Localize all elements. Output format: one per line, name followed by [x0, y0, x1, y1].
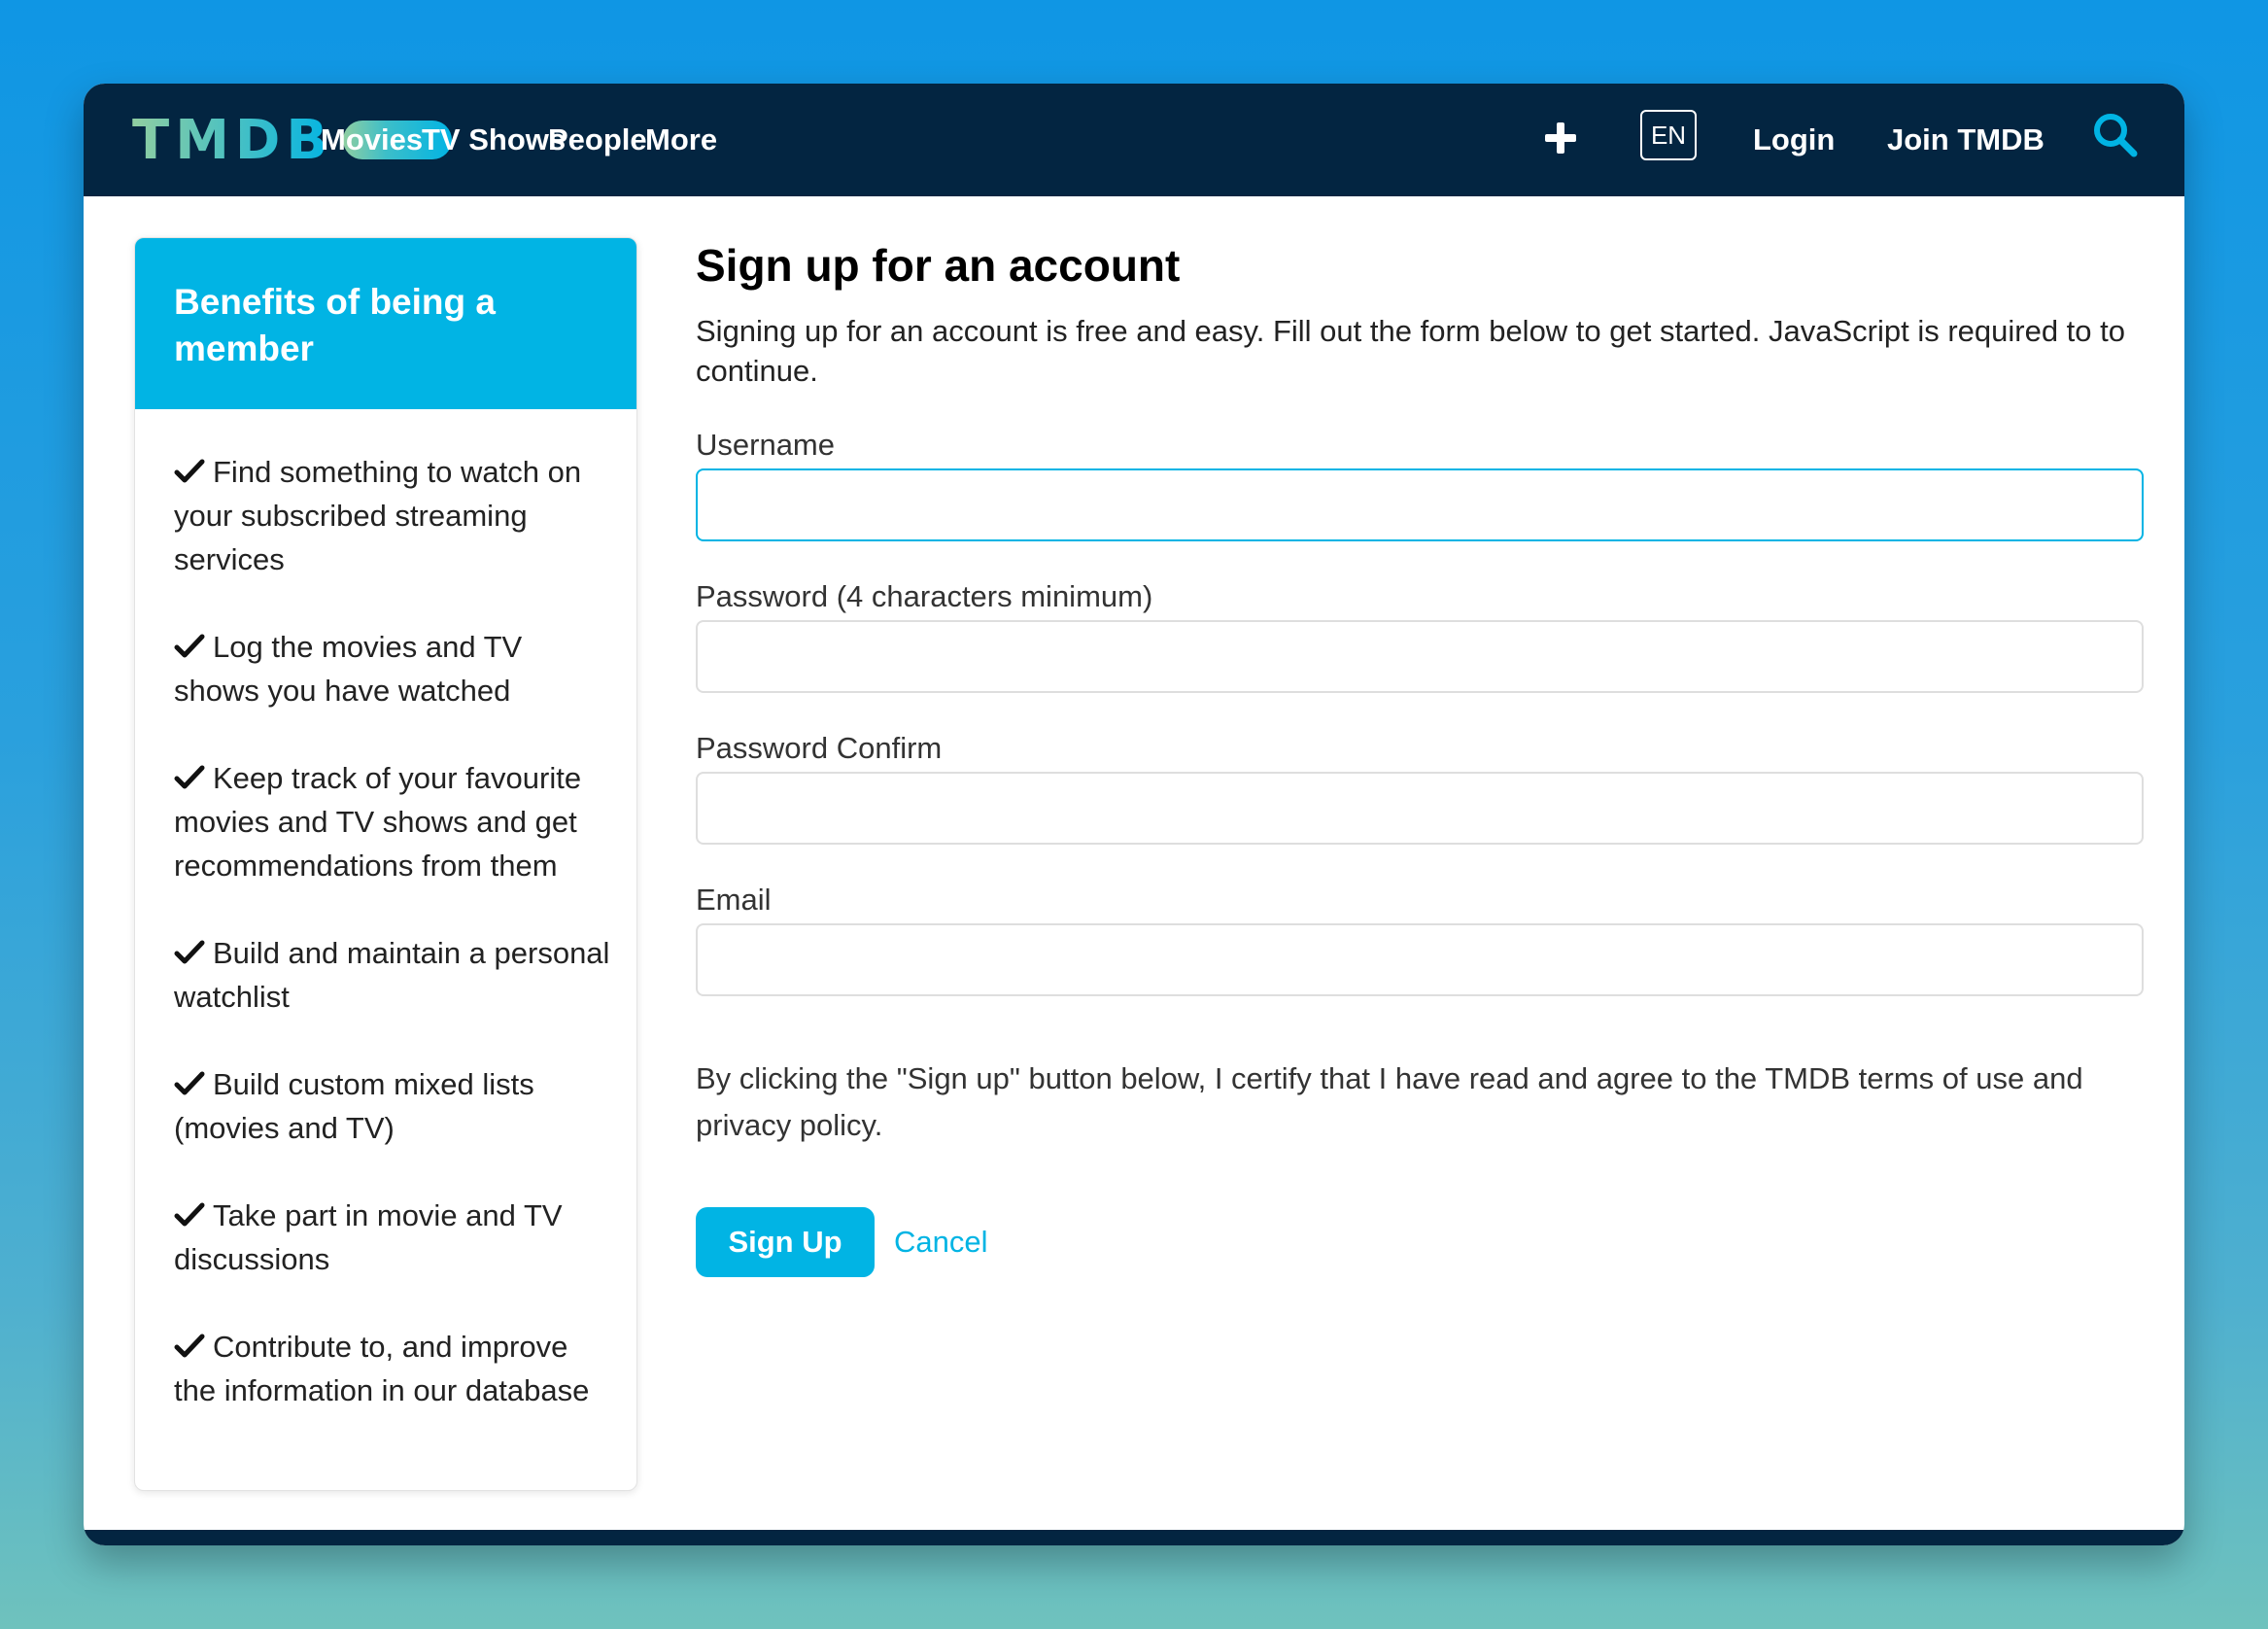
benefit-item: Build and maintain a personal watchlist [174, 936, 610, 1014]
checkmark-icon [174, 459, 205, 483]
password-confirm-input[interactable] [696, 772, 2144, 845]
nav-more[interactable]: More [645, 84, 717, 196]
benefit-item: Keep track of your favourite movies and … [174, 761, 582, 883]
search-icon[interactable] [2091, 111, 2140, 159]
benefit-item: Log the movies and TV shows you have wat… [174, 630, 523, 708]
browser-window: TMDB Movies TV Shows People More EN Logi… [84, 84, 2184, 1545]
benefits-title: Benefits of being a member [135, 238, 636, 409]
checkmark-icon [174, 940, 205, 964]
page-title: Sign up for an account [696, 240, 1181, 291]
password-confirm-label: Password Confirm [696, 731, 943, 765]
benefit-item: Find something to watch on your subscrib… [174, 455, 582, 576]
password-input[interactable] [696, 620, 2144, 693]
sign-up-button[interactable]: Sign Up [696, 1207, 875, 1277]
nav-people[interactable]: People [548, 84, 647, 196]
checkmark-icon [174, 765, 205, 789]
username-label: Username [696, 428, 835, 462]
checkmark-icon [174, 1334, 205, 1358]
nav-tv-shows[interactable]: TV Shows [422, 84, 566, 196]
top-navbar: TMDB Movies TV Shows People More EN Logi… [84, 84, 2184, 196]
logo-text: TMDB [132, 108, 334, 172]
terms-notice: By clicking the "Sign up" button below, … [696, 1061, 2083, 1142]
benefits-panel: Benefits of being a member Find somethin… [134, 237, 637, 1491]
email-input[interactable] [696, 923, 2144, 996]
login-link[interactable]: Login [1753, 84, 1835, 196]
email-label: Email [696, 883, 772, 917]
benefit-item: Build custom mixed lists (movies and TV) [174, 1067, 534, 1145]
benefit-item: Contribute to, and improve the informati… [174, 1330, 590, 1407]
intro-text: Signing up for an account is free and ea… [696, 314, 2125, 388]
password-label: Password (4 characters minimum) [696, 579, 1153, 613]
nav-movies[interactable]: Movies [321, 84, 423, 196]
footer-strip [84, 1530, 2184, 1545]
checkmark-icon [174, 1071, 205, 1095]
cancel-link[interactable]: Cancel [894, 1207, 988, 1277]
username-input[interactable] [696, 468, 2144, 541]
join-tmdb-link[interactable]: Join TMDB [1887, 84, 2045, 196]
checkmark-icon [174, 1202, 205, 1227]
checkmark-icon [174, 634, 205, 658]
plus-icon[interactable] [1543, 121, 1578, 156]
benefit-item: Take part in movie and TV discussions [174, 1198, 563, 1276]
language-selector[interactable]: EN [1640, 110, 1697, 160]
